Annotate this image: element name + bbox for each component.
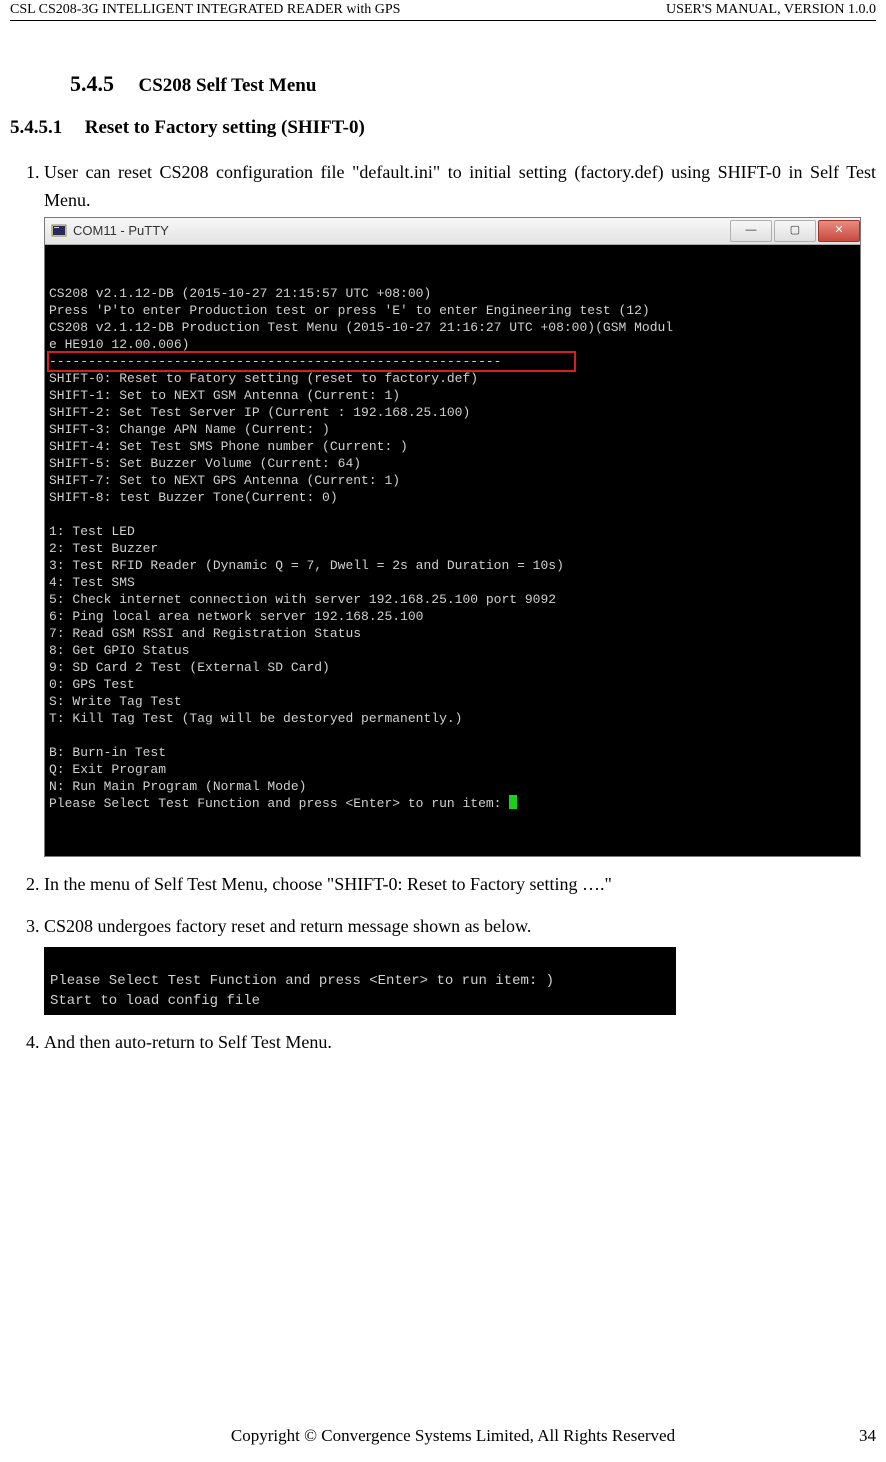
step-1-text: User can reset CS208 configuration file … — [44, 162, 876, 210]
term-line: Press 'P'to enter Production test or pre… — [49, 303, 650, 318]
terminal-output[interactable]: CS208 v2.1.12-DB (2015-10-27 21:15:57 UT… — [45, 245, 860, 856]
step-4-text: And then auto-return to Self Test Menu. — [44, 1032, 332, 1052]
term-line: 6: Ping local area network server 192.16… — [49, 609, 423, 624]
terminal-cursor — [509, 795, 517, 809]
term-line: SHIFT-1: Set to NEXT GSM Antenna (Curren… — [49, 388, 400, 403]
step-2: In the menu of Self Test Menu, choose "S… — [44, 871, 876, 899]
term-line: 4: Test SMS — [49, 575, 135, 590]
term-line: CS208 v2.1.12-DB (2015-10-27 21:15:57 UT… — [49, 286, 431, 301]
result-terminal: Please Select Test Function and press <E… — [44, 947, 676, 1015]
term-line: SHIFT-3: Change APN Name (Current: ) — [49, 422, 330, 437]
section-title: CS208 Self Test Menu — [139, 75, 317, 96]
term-line: SHIFT-0: Reset to Fatory setting (reset … — [49, 371, 478, 386]
term-line: 0: GPS Test — [49, 677, 135, 692]
step-3: CS208 undergoes factory reset and return… — [44, 913, 876, 1015]
putty-icon — [51, 223, 67, 239]
term-line: Q: Exit Program — [49, 762, 166, 777]
header-right: USER'S MANUAL, VERSION 1.0.0 — [666, 2, 876, 18]
term-line: 9: SD Card 2 Test (External SD Card) — [49, 660, 330, 675]
subsection-number: 5.4.5.1 — [10, 117, 62, 138]
step-1: User can reset CS208 configuration file … — [44, 159, 876, 857]
term-line: SHIFT-5: Set Buzzer Volume (Current: 64) — [49, 456, 361, 471]
term-line: T: Kill Tag Test (Tag will be destoryed … — [49, 711, 462, 726]
term-line: 8: Get GPIO Status — [49, 643, 189, 658]
term-line: SHIFT-4: Set Test SMS Phone number (Curr… — [49, 439, 408, 454]
result-line-2: Start to load config file — [50, 993, 260, 1009]
section-heading: 5.4.5 CS208 Self Test Menu — [70, 71, 876, 97]
term-line: SHIFT-7: Set to NEXT GPS Antenna (Curren… — [49, 473, 400, 488]
term-line: 2: Test Buzzer — [49, 541, 158, 556]
term-line: N: Run Main Program (Normal Mode) — [49, 779, 306, 794]
term-line: CS208 v2.1.12-DB Production Test Menu (2… — [49, 320, 673, 335]
term-line: 7: Read GSM RSSI and Registration Status — [49, 626, 361, 641]
term-line: B: Burn-in Test — [49, 745, 166, 760]
step-3-text: CS208 undergoes factory reset and return… — [44, 916, 531, 936]
window-title: COM11 - PuTTY — [73, 221, 169, 241]
footer-page: 34 — [816, 1426, 876, 1446]
window-titlebar[interactable]: COM11 - PuTTY — ▢ ✕ — [45, 218, 860, 245]
step-4: And then auto-return to Self Test Menu. — [44, 1029, 876, 1057]
subsection-heading: 5.4.5.1 Reset to Factory setting (SHIFT-… — [10, 117, 876, 139]
section-number: 5.4.5 — [70, 71, 114, 97]
header-left: CSL CS208-3G INTELLIGENT INTEGRATED READ… — [10, 2, 400, 18]
step-2-text: In the menu of Self Test Menu, choose "S… — [44, 874, 612, 894]
term-line: ----------------------------------------… — [49, 354, 501, 369]
maximize-button[interactable]: ▢ — [774, 220, 816, 242]
page-header: CSL CS208-3G INTELLIGENT INTEGRATED READ… — [10, 0, 876, 21]
result-line-1: Please Select Test Function and press <E… — [50, 973, 554, 989]
minimize-button[interactable]: — — [730, 220, 772, 242]
footer-center: Copyright © Convergence Systems Limited,… — [90, 1426, 816, 1446]
close-button[interactable]: ✕ — [818, 220, 860, 242]
term-line: S: Write Tag Test — [49, 694, 182, 709]
term-line: 3: Test RFID Reader (Dynamic Q = 7, Dwel… — [49, 558, 564, 573]
subsection-title: Reset to Factory setting (SHIFT-0) — [85, 117, 365, 138]
putty-window: COM11 - PuTTY — ▢ ✕ CS208 v2.1.12-DB (20… — [44, 217, 861, 857]
term-line: SHIFT-8: test Buzzer Tone(Current: 0) — [49, 490, 338, 505]
term-line: SHIFT-2: Set Test Server IP (Current : 1… — [49, 405, 470, 420]
term-line: Please Select Test Function and press <E… — [49, 796, 509, 811]
term-line: 1: Test LED — [49, 524, 135, 539]
term-line: e HE910 12.00.006) — [49, 337, 189, 352]
term-line: 5: Check internet connection with server… — [49, 592, 556, 607]
page-footer: Copyright © Convergence Systems Limited,… — [10, 1418, 876, 1462]
